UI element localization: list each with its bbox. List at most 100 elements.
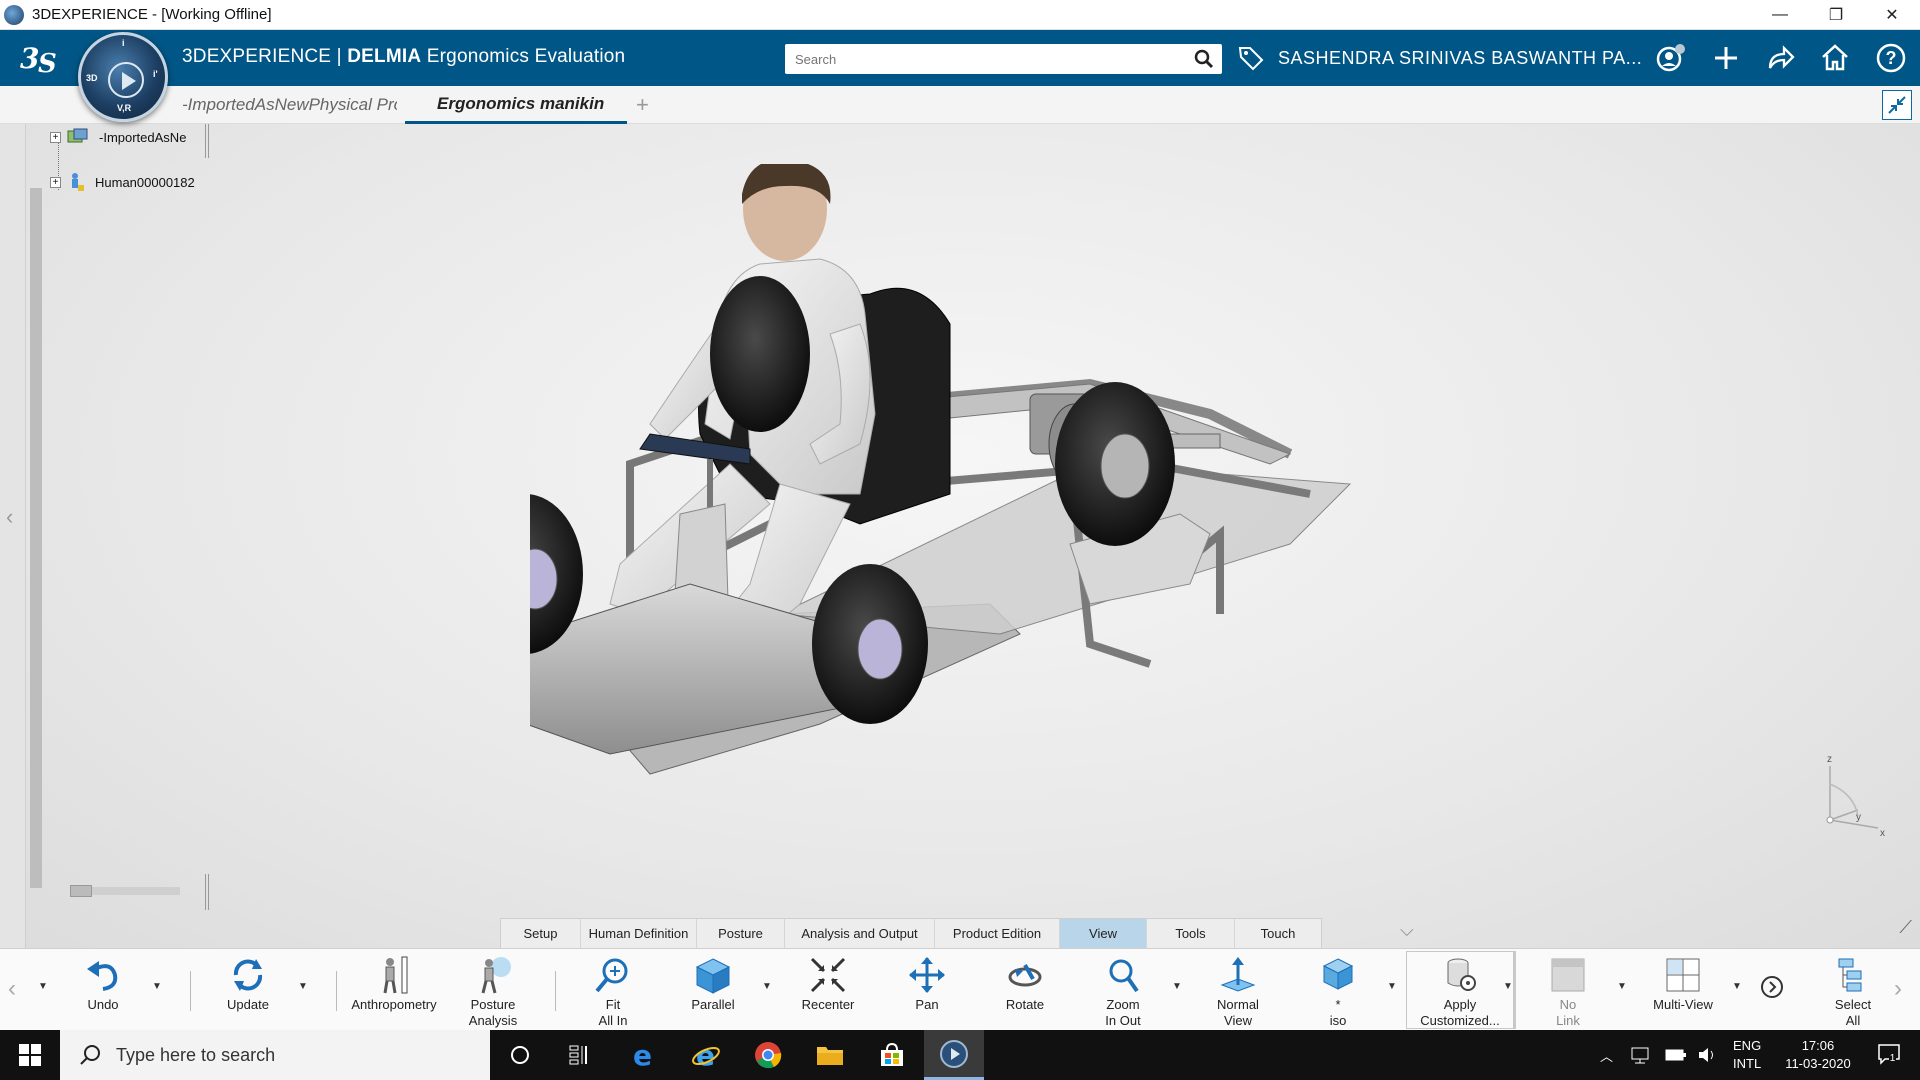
zoom-in-out-button[interactable]: Zoom In Out: [1090, 949, 1156, 1031]
add-tab-button[interactable]: +: [636, 92, 649, 118]
collapse-sections-chevron-icon[interactable]: ⌵: [1400, 920, 1414, 941]
more-tools-arrow-icon[interactable]: [1760, 975, 1784, 999]
posture-analysis-icon: [481, 957, 511, 994]
update-button[interactable]: Update: [215, 949, 281, 1031]
expand-icon[interactable]: +: [50, 131, 61, 143]
volume-icon[interactable]: [1697, 1046, 1717, 1064]
action-center-button[interactable]: 1: [1877, 1043, 1903, 1067]
user-name[interactable]: SASHENDRA SRINIVAS BASWANTH PA...: [1278, 48, 1642, 69]
tree-vertical-scrollbar[interactable]: [30, 188, 42, 888]
dropdown-arrow-icon[interactable]: ▼: [1503, 981, 1513, 992]
section-tab-view[interactable]: View: [1060, 919, 1147, 948]
scroll-right-icon[interactable]: ›: [1894, 975, 1902, 1003]
edge-button[interactable]: e: [614, 1030, 674, 1080]
minimize-button[interactable]: —: [1752, 0, 1808, 30]
search-box[interactable]: [785, 44, 1222, 74]
tree-horizontal-scrollbar[interactable]: [70, 885, 180, 897]
taskbar-search[interactable]: Type here to search: [60, 1030, 490, 1080]
left-panel-rail[interactable]: [0, 124, 26, 948]
update-icon: [233, 959, 263, 991]
input-language[interactable]: ENG INTL: [1733, 1037, 1761, 1073]
pan-button[interactable]: Pan: [894, 949, 960, 1031]
help-icon[interactable]: ?: [1875, 42, 1907, 74]
compass-label-right: i': [153, 69, 158, 79]
3dexperience-compass-icon: [940, 1039, 968, 1068]
home-icon[interactable]: [1819, 42, 1851, 74]
rotate-button[interactable]: Rotate: [992, 949, 1058, 1031]
anthropometry-label: Anthropometry: [351, 997, 437, 1012]
anthropometry-button[interactable]: Anthropometry: [348, 949, 440, 1031]
scroll-thumb[interactable]: [70, 885, 92, 897]
tab-imported-physical-product[interactable]: -ImportedAsNewPhysical Pro: [182, 86, 397, 124]
section-tab-product-edition[interactable]: Product Edition: [935, 919, 1060, 948]
orientation-axis-icon[interactable]: z y x: [1810, 754, 1890, 844]
dropdown-arrow-icon[interactable]: ▼: [1172, 981, 1182, 992]
3dexperience-taskbar-button[interactable]: [924, 1030, 984, 1080]
restore-button[interactable]: ❐: [1808, 0, 1864, 30]
tab-ergonomics-manikin[interactable]: Ergonomics manikin: [405, 86, 627, 124]
show-hidden-icons-chevron-icon[interactable]: ︿: [1600, 1046, 1613, 1065]
section-tab-setup[interactable]: Setup: [501, 919, 581, 948]
recenter-button[interactable]: Recenter: [795, 949, 861, 1031]
axis-z-label: z: [1827, 754, 1832, 765]
tree-node-imported[interactable]: + -ImportedAsNe: [50, 128, 186, 146]
language-code: ENG: [1733, 1038, 1762, 1053]
section-tab-human-definition[interactable]: Human Definition: [581, 919, 697, 948]
search-input[interactable]: [785, 45, 1165, 73]
search-icon: [80, 1045, 100, 1065]
section-tab-analysis-output[interactable]: Analysis and Output: [785, 919, 935, 948]
tag-icon[interactable]: [1237, 44, 1265, 72]
compass-widget[interactable]: i 3D i' V,R: [78, 32, 168, 122]
normal-view-button[interactable]: Normal View: [1205, 949, 1271, 1031]
dropdown-arrow-icon[interactable]: ▼: [1732, 981, 1742, 992]
compass-label-left: 3D: [86, 73, 98, 83]
posture-analysis-button[interactable]: Posture Analysis: [460, 949, 526, 1031]
battery-icon[interactable]: [1665, 1048, 1687, 1062]
internet-explorer-button[interactable]: e: [676, 1030, 736, 1080]
select-all-button[interactable]: Select All: [1820, 949, 1886, 1031]
dropdown-arrow-icon[interactable]: ▼: [152, 981, 162, 992]
fit-all-in-button[interactable]: Fit All In: [580, 949, 646, 1031]
go-kart-manikin-model[interactable]: [530, 164, 1430, 924]
play-icon[interactable]: [108, 62, 144, 98]
undo-button[interactable]: Undo: [70, 949, 136, 1031]
resize-handle-icon[interactable]: ⟋: [1899, 917, 1912, 938]
compass-label-bottom: V,R: [117, 103, 132, 113]
store-button[interactable]: [862, 1030, 922, 1080]
chrome-button[interactable]: [738, 1030, 798, 1080]
no-link-button[interactable]: No Link: [1535, 949, 1601, 1031]
section-tab-tools[interactable]: Tools: [1147, 919, 1235, 948]
iso-view-button[interactable]: * iso: [1305, 949, 1371, 1031]
cortana-button[interactable]: [490, 1030, 550, 1080]
tree-node-human[interactable]: + Human00000182: [50, 172, 195, 192]
clock[interactable]: 17:06 11-03-2020: [1785, 1037, 1851, 1073]
dropdown-arrow-icon[interactable]: ▼: [298, 981, 308, 992]
network-icon[interactable]: [1631, 1046, 1653, 1064]
dropdown-arrow-icon[interactable]: ▼: [1387, 981, 1397, 992]
task-view-button[interactable]: [550, 1030, 610, 1080]
keyboard-layout: INTL: [1733, 1056, 1762, 1071]
start-button[interactable]: [0, 1030, 60, 1080]
expand-left-panel-icon[interactable]: ‹: [6, 504, 13, 530]
file-explorer-button[interactable]: [800, 1030, 860, 1080]
share-icon[interactable]: [1764, 42, 1796, 74]
collapse-view-button[interactable]: [1882, 90, 1912, 120]
add-icon[interactable]: [1710, 42, 1742, 74]
section-tab-touch[interactable]: Touch: [1235, 919, 1321, 948]
expand-icon[interactable]: +: [50, 176, 61, 188]
section-tab-posture[interactable]: Posture: [697, 919, 785, 948]
apply-customized-button[interactable]: Apply Customized...: [1410, 949, 1510, 1031]
dropdown-arrow-icon[interactable]: ▼: [38, 981, 48, 992]
search-icon[interactable]: [1194, 49, 1214, 69]
dropdown-arrow-icon[interactable]: ▼: [1617, 981, 1627, 992]
ds-logo-icon[interactable]: 3S: [18, 38, 64, 79]
multi-view-button[interactable]: Multi-View: [1648, 949, 1718, 1031]
3d-viewport[interactable]: ‹ + -ImportedAsNe + Human00000182 z y x …: [0, 124, 1920, 948]
parallel-button[interactable]: Parallel: [680, 949, 746, 1031]
axis-y-label: y: [1856, 812, 1861, 823]
windows-taskbar: Type here to search e e ︿ ENG INTL 17:06…: [0, 1030, 1920, 1080]
scroll-left-icon[interactable]: ‹: [8, 975, 16, 1003]
dropdown-arrow-icon[interactable]: ▼: [762, 981, 772, 992]
close-button[interactable]: ✕: [1864, 0, 1920, 30]
user-profile-icon[interactable]: [1655, 42, 1687, 74]
